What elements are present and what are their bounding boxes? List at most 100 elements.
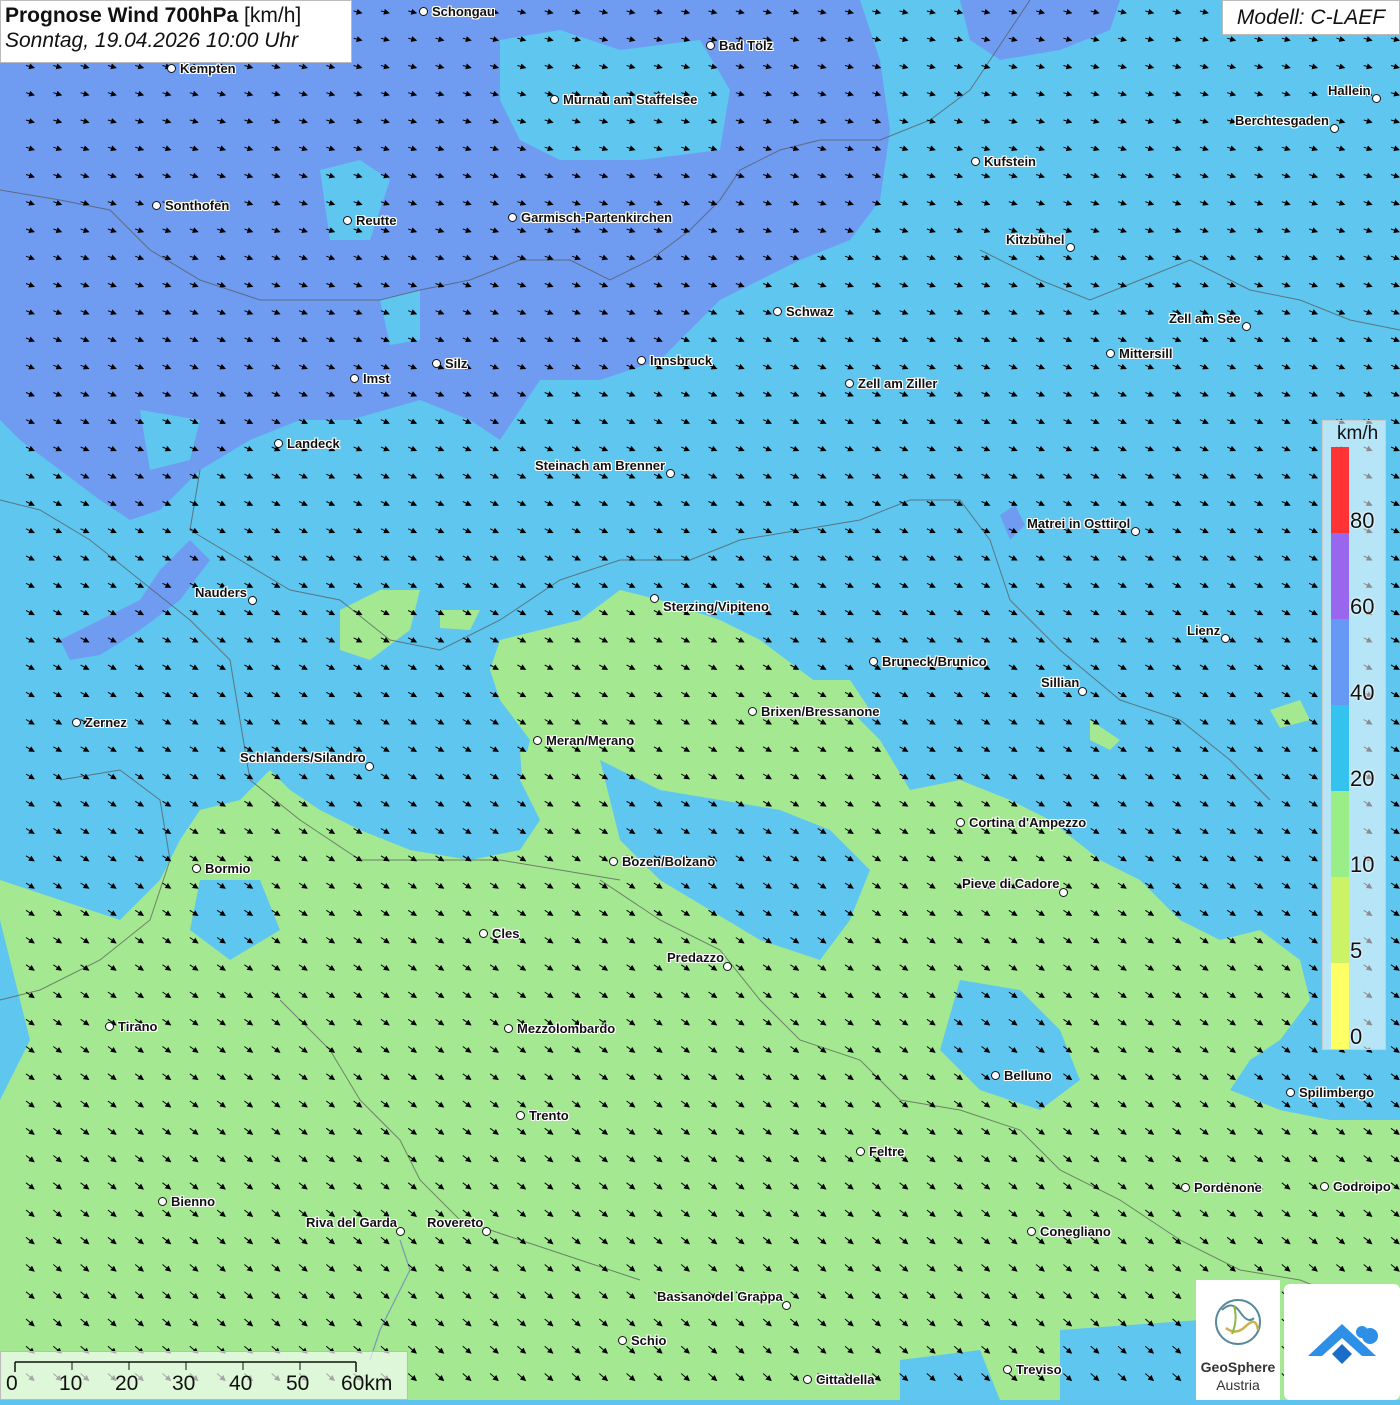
city-marker[interactable] xyxy=(167,64,176,73)
city-label[interactable]: Murnau am Staffelsee xyxy=(563,92,697,107)
city-marker[interactable] xyxy=(1059,888,1068,897)
city-label[interactable]: Cles xyxy=(492,926,519,941)
city-marker[interactable] xyxy=(1286,1088,1295,1097)
city-label[interactable]: Bozen/Bolzano xyxy=(622,854,715,869)
city-label[interactable]: Kitzbühel xyxy=(1006,232,1065,247)
city-marker[interactable] xyxy=(706,41,715,50)
city-label[interactable]: Schongau xyxy=(432,4,495,19)
city-marker[interactable] xyxy=(248,596,257,605)
city-label[interactable]: Nauders xyxy=(195,585,247,600)
city-label[interactable]: Imst xyxy=(363,371,390,386)
city-label[interactable]: Belluno xyxy=(1004,1068,1052,1083)
city-label[interactable]: Silz xyxy=(445,356,467,371)
city-marker[interactable] xyxy=(856,1147,865,1156)
city-marker[interactable] xyxy=(1027,1227,1036,1236)
city-marker[interactable] xyxy=(609,857,618,866)
city-marker[interactable] xyxy=(350,374,359,383)
city-label[interactable]: Berchtesgaden xyxy=(1235,113,1329,128)
city-marker[interactable] xyxy=(396,1227,405,1236)
city-marker[interactable] xyxy=(650,594,659,603)
city-label[interactable]: Landeck xyxy=(287,436,340,451)
city-marker[interactable] xyxy=(971,157,980,166)
city-label[interactable]: Cittadella xyxy=(816,1372,875,1387)
city-label[interactable]: Conegliano xyxy=(1040,1224,1111,1239)
city-label[interactable]: Brixen/Bressanone xyxy=(761,704,880,719)
city-marker[interactable] xyxy=(773,307,782,316)
city-marker[interactable] xyxy=(1242,322,1251,331)
city-marker[interactable] xyxy=(152,201,161,210)
city-marker[interactable] xyxy=(192,864,201,873)
city-label[interactable]: Zernez xyxy=(85,715,127,730)
city-label[interactable]: Tirano xyxy=(118,1019,158,1034)
city-marker[interactable] xyxy=(869,657,878,666)
city-label[interactable]: Mezzolombardo xyxy=(517,1021,615,1036)
city-marker[interactable] xyxy=(991,1071,1000,1080)
city-marker[interactable] xyxy=(1181,1183,1190,1192)
city-label[interactable]: Sterzing/Vipiteno xyxy=(663,599,769,614)
city-marker[interactable] xyxy=(1330,124,1339,133)
city-label[interactable]: Kufstein xyxy=(984,154,1036,169)
city-label[interactable]: Meran/Merano xyxy=(546,733,634,748)
city-label[interactable]: Innsbruck xyxy=(650,353,712,368)
city-label[interactable]: Bienno xyxy=(171,1194,215,1209)
city-marker[interactable] xyxy=(105,1022,114,1031)
city-label[interactable]: Garmisch-Partenkirchen xyxy=(521,210,672,225)
city-label[interactable]: Zell am See xyxy=(1169,311,1241,326)
city-label[interactable]: Mittersill xyxy=(1119,346,1172,361)
city-label[interactable]: Rovereto xyxy=(427,1215,483,1230)
city-marker[interactable] xyxy=(1372,94,1381,103)
city-marker[interactable] xyxy=(748,707,757,716)
city-label[interactable]: Spilimbergo xyxy=(1299,1085,1374,1100)
city-marker[interactable] xyxy=(479,929,488,938)
city-label[interactable]: Kempten xyxy=(180,61,236,76)
city-label[interactable]: Treviso xyxy=(1016,1362,1062,1377)
city-marker[interactable] xyxy=(1106,349,1115,358)
city-label[interactable]: Feltre xyxy=(869,1144,904,1159)
city-label[interactable]: Riva del Garda xyxy=(306,1215,397,1230)
city-marker[interactable] xyxy=(845,379,854,388)
city-label[interactable]: Zell am Ziller xyxy=(858,376,937,391)
city-marker[interactable] xyxy=(550,95,559,104)
city-label[interactable]: Trento xyxy=(529,1108,569,1123)
city-marker[interactable] xyxy=(618,1336,627,1345)
city-label[interactable]: Schlanders/Silandro xyxy=(240,750,366,765)
city-label[interactable]: Matrei in Osttirol xyxy=(1027,516,1130,531)
city-marker[interactable] xyxy=(508,213,517,222)
city-label[interactable]: Bormio xyxy=(205,861,251,876)
city-marker[interactable] xyxy=(1221,634,1230,643)
city-label[interactable]: Lienz xyxy=(1187,623,1220,638)
city-marker[interactable] xyxy=(637,356,646,365)
city-label[interactable]: Predazzo xyxy=(667,950,724,965)
city-label[interactable]: Reutte xyxy=(356,213,396,228)
city-marker[interactable] xyxy=(723,962,732,971)
city-label[interactable]: Schwaz xyxy=(786,304,834,319)
city-label[interactable]: Pieve di Cadore xyxy=(962,876,1060,891)
city-marker[interactable] xyxy=(504,1024,513,1033)
city-label[interactable]: Hallein xyxy=(1328,83,1371,98)
city-marker[interactable] xyxy=(1003,1365,1012,1374)
city-marker[interactable] xyxy=(274,439,283,448)
city-marker[interactable] xyxy=(419,7,428,16)
city-marker[interactable] xyxy=(1320,1182,1329,1191)
city-marker[interactable] xyxy=(1078,687,1087,696)
city-marker[interactable] xyxy=(516,1111,525,1120)
city-marker[interactable] xyxy=(782,1301,791,1310)
city-label[interactable]: Bad Tölz xyxy=(719,38,773,53)
city-label[interactable]: Steinach am Brenner xyxy=(535,458,665,473)
app-logo[interactable] xyxy=(1284,1284,1400,1400)
city-marker[interactable] xyxy=(533,736,542,745)
city-label[interactable]: Sillian xyxy=(1041,675,1079,690)
city-marker[interactable] xyxy=(365,762,374,771)
city-marker[interactable] xyxy=(1131,527,1140,536)
city-label[interactable]: Sonthofen xyxy=(165,198,229,213)
city-label[interactable]: Schio xyxy=(631,1333,666,1348)
city-marker[interactable] xyxy=(432,359,441,368)
city-marker[interactable] xyxy=(72,718,81,727)
city-marker[interactable] xyxy=(343,216,352,225)
city-label[interactable]: Bruneck/Brunico xyxy=(882,654,987,669)
city-marker[interactable] xyxy=(158,1197,167,1206)
city-label[interactable]: Codroipo xyxy=(1333,1179,1391,1194)
city-marker[interactable] xyxy=(956,818,965,827)
city-marker[interactable] xyxy=(803,1375,812,1384)
city-label[interactable]: Pordenone xyxy=(1194,1180,1262,1195)
